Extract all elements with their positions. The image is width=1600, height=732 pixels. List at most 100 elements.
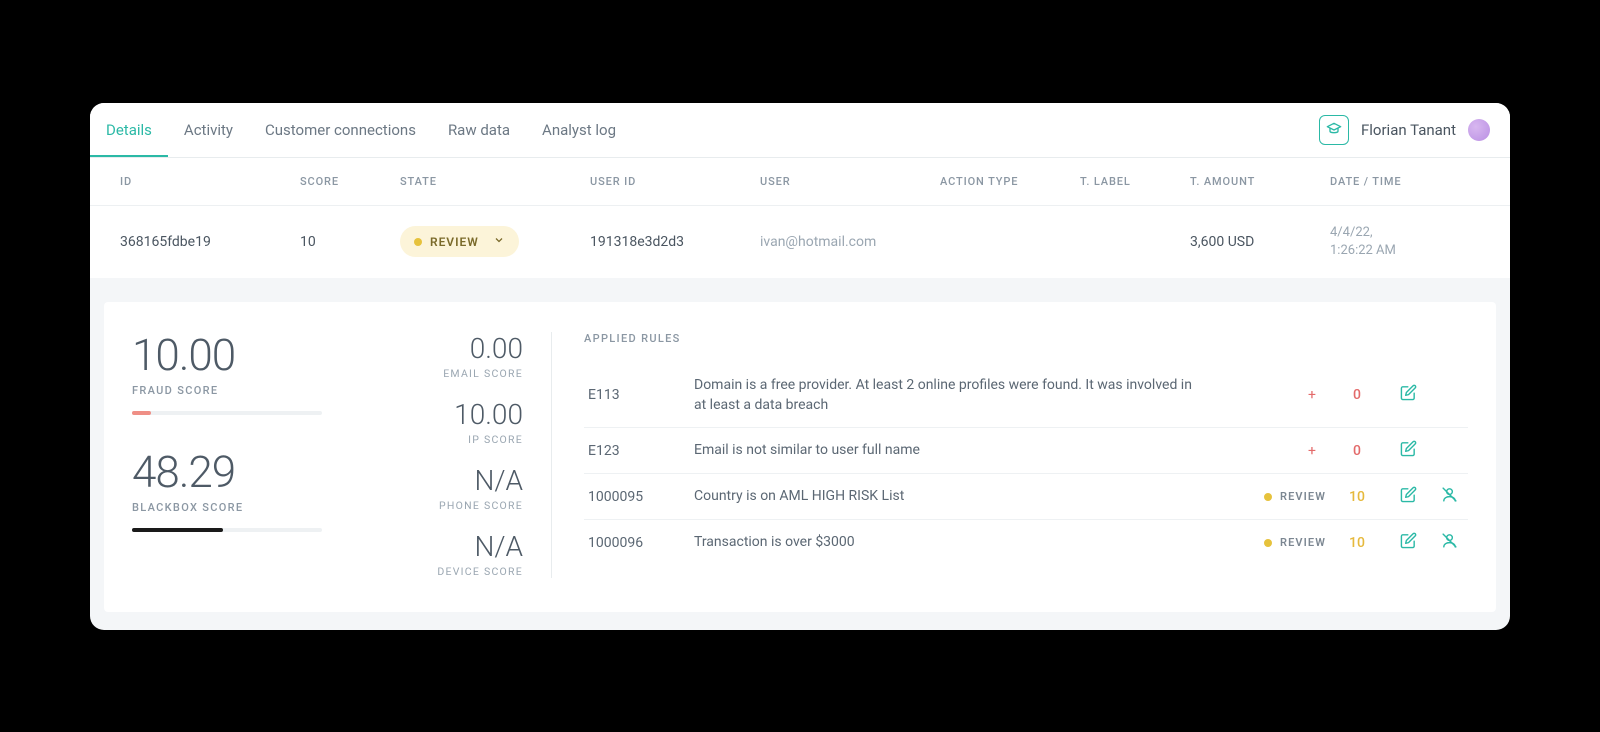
rule-score: 10 xyxy=(1332,489,1382,505)
tab-analyst-log[interactable]: Analyst log xyxy=(526,103,632,157)
tab-activity[interactable]: Activity xyxy=(168,103,249,157)
rule-tag-label: REVIEW xyxy=(1280,536,1326,549)
rule-tag-review: REVIEW xyxy=(1216,490,1326,503)
rule-id: 1000095 xyxy=(588,489,688,505)
col-action-type: ACTION TYPE xyxy=(940,175,1080,188)
col-t-amount: T. AMOUNT xyxy=(1190,175,1330,188)
phone-score-value: N/A xyxy=(373,464,523,497)
detail-panel: 10.00 FRAUD SCORE 48.29 BLACKBOX SCORE 0… xyxy=(104,302,1496,612)
applied-rules-section: APPLIED RULES E113 Domain is a free provi… xyxy=(552,332,1468,578)
email-score-block: 0.00 EMAIL SCORE xyxy=(373,332,523,380)
rule-description: Transaction is over $3000 xyxy=(694,532,1210,552)
col-score: SCORE xyxy=(300,175,400,188)
phone-score-block: N/A PHONE SCORE xyxy=(373,464,523,512)
rule-row: E113 Domain is a free provider. At least … xyxy=(584,363,1468,429)
blackbox-score-value: 48.29 xyxy=(132,449,333,495)
rule-tag-review: REVIEW xyxy=(1216,536,1326,549)
email-score-label: EMAIL SCORE xyxy=(373,367,523,380)
topbar: Details Activity Customer connections Ra… xyxy=(90,103,1510,158)
ip-score-block: 10.00 IP SCORE xyxy=(373,398,523,446)
rule-tag-plus: + xyxy=(1216,387,1326,403)
phone-score-label: PHONE SCORE xyxy=(373,499,523,512)
ip-score-label: IP SCORE xyxy=(373,433,523,446)
fraud-score-value: 10.00 xyxy=(132,332,333,378)
rule-row: 1000096 Transaction is over $3000 REVIEW 10 xyxy=(584,520,1468,565)
rule-tag-label: REVIEW xyxy=(1280,490,1326,503)
rule-description: Email is not similar to user full name xyxy=(694,440,1210,460)
blackbox-score-block: 48.29 BLACKBOX SCORE xyxy=(132,449,333,532)
col-t-label: T. LABEL xyxy=(1080,175,1190,188)
user-off-icon xyxy=(1441,532,1458,553)
user-name: Florian Tanant xyxy=(1361,121,1456,139)
device-score-label: DEVICE SCORE xyxy=(373,565,523,578)
state-label: REVIEW xyxy=(430,235,479,249)
app-window: Details Activity Customer connections Ra… xyxy=(90,103,1510,630)
summary-table: ID SCORE STATE USER ID USER ACTION TYPE … xyxy=(90,158,1510,278)
graduation-cap-icon xyxy=(1326,120,1342,140)
col-datetime: DATE / TIME xyxy=(1330,175,1500,188)
state-dropdown[interactable]: REVIEW xyxy=(400,226,519,257)
cell-user-id: 191318e3d2d3 xyxy=(590,234,760,250)
edit-rule-button[interactable] xyxy=(1388,532,1428,553)
device-score-block: N/A DEVICE SCORE xyxy=(373,530,523,578)
rules-list: E113 Domain is a free provider. At least … xyxy=(584,363,1468,566)
blackbox-score-label: BLACKBOX SCORE xyxy=(132,501,333,514)
rule-id: 1000096 xyxy=(588,535,688,551)
rule-id: E113 xyxy=(588,387,688,403)
edit-rule-button[interactable] xyxy=(1388,440,1428,461)
cell-datetime: 4/4/22, 1:26:22 AM xyxy=(1330,224,1500,259)
email-score-value: 0.00 xyxy=(373,332,523,365)
rule-description: Domain is a free provider. At least 2 on… xyxy=(694,375,1210,416)
rule-score: 0 xyxy=(1332,443,1382,459)
fraud-score-label: FRAUD SCORE xyxy=(132,384,333,397)
tab-raw-data[interactable]: Raw data xyxy=(432,103,526,157)
secondary-scores: 0.00 EMAIL SCORE 10.00 IP SCORE N/A PHON… xyxy=(373,332,523,578)
rule-id: E123 xyxy=(588,443,688,459)
rule-row: E123 Email is not similar to user full na… xyxy=(584,428,1468,474)
primary-scores: 10.00 FRAUD SCORE 48.29 BLACKBOX SCORE xyxy=(132,332,333,578)
user-off-icon xyxy=(1441,486,1458,507)
chevron-down-icon xyxy=(493,234,505,249)
cell-id: 368165fdbe19 xyxy=(120,234,300,250)
tabs: Details Activity Customer connections Ra… xyxy=(90,103,632,157)
edit-icon xyxy=(1400,486,1417,507)
col-state: STATE xyxy=(400,175,590,188)
edit-icon xyxy=(1400,440,1417,461)
fraud-score-bar xyxy=(132,411,322,415)
status-dot-icon xyxy=(414,238,422,246)
user-box: Florian Tanant xyxy=(1319,115,1490,145)
applied-rules-title: APPLIED RULES xyxy=(584,332,1468,345)
rule-score: 10 xyxy=(1332,535,1382,551)
tab-details[interactable]: Details xyxy=(90,103,168,157)
edit-rule-button[interactable] xyxy=(1388,486,1428,507)
col-id: ID xyxy=(120,175,300,188)
summary-row: 368165fdbe19 10 REVIEW 191318e3d2d3 ivan… xyxy=(90,206,1510,278)
fraud-score-block: 10.00 FRAUD SCORE xyxy=(132,332,333,415)
status-dot-icon xyxy=(1264,539,1272,547)
help-button[interactable] xyxy=(1319,115,1349,145)
blackbox-score-bar xyxy=(132,528,322,532)
col-user-id: USER ID xyxy=(590,175,760,188)
ip-score-value: 10.00 xyxy=(373,398,523,431)
rule-tag-plus: + xyxy=(1216,443,1326,459)
tab-customer-connections[interactable]: Customer connections xyxy=(249,103,432,157)
device-score-value: N/A xyxy=(373,530,523,563)
cell-time: 1:26:22 AM xyxy=(1330,242,1500,260)
cell-user: ivan@hotmail.com xyxy=(760,234,940,250)
avatar[interactable] xyxy=(1468,119,1490,141)
cell-t-amount: 3,600 USD xyxy=(1190,234,1330,250)
col-user: USER xyxy=(760,175,940,188)
edit-icon xyxy=(1400,532,1417,553)
summary-header: ID SCORE STATE USER ID USER ACTION TYPE … xyxy=(90,158,1510,206)
scores-section: 10.00 FRAUD SCORE 48.29 BLACKBOX SCORE 0… xyxy=(132,332,552,578)
rule-user-button[interactable] xyxy=(1434,532,1464,553)
cell-state: REVIEW xyxy=(400,226,590,257)
cell-score: 10 xyxy=(300,234,400,250)
edit-icon xyxy=(1400,384,1417,405)
rule-description: Country is on AML HIGH RISK List xyxy=(694,486,1210,506)
cell-date: 4/4/22, xyxy=(1330,224,1500,242)
edit-rule-button[interactable] xyxy=(1388,384,1428,405)
status-dot-icon xyxy=(1264,493,1272,501)
rule-score: 0 xyxy=(1332,387,1382,403)
rule-user-button[interactable] xyxy=(1434,486,1464,507)
